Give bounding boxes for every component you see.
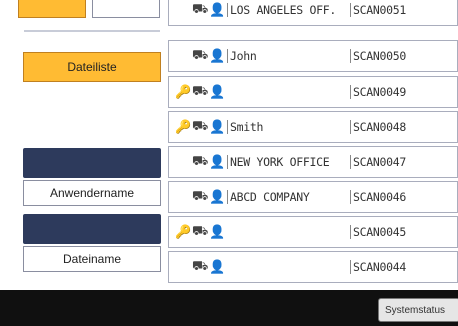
row-icons: ⛟ 👤 xyxy=(169,0,227,25)
user-group-icon: ⛟ xyxy=(192,223,209,239)
row-user-name: Smith xyxy=(227,120,350,134)
user-group-icon: ⛟ xyxy=(192,258,209,274)
row-user-name: LOS ANGELES OFF. xyxy=(227,3,350,17)
row-icons: ⛟ 👤 xyxy=(169,182,227,212)
person-icon: 👤 xyxy=(209,2,225,18)
system-status-button[interactable]: Systemstatus xyxy=(378,298,458,322)
row-file-name: SCAN0051 xyxy=(350,3,406,17)
row-file-name: SCAN0044 xyxy=(350,260,406,274)
person-icon: 👤 xyxy=(209,154,225,170)
list-item[interactable]: ⛟ 👤 LOS ANGELES OFF. SCAN0051 xyxy=(168,0,458,26)
person-icon: 👤 xyxy=(209,259,225,275)
user-group-icon: ⛟ xyxy=(192,153,209,169)
person-icon: 👤 xyxy=(209,119,225,135)
list-item[interactable]: 🔑 ⛟ 👤 Smith SCAN0048 xyxy=(168,111,458,143)
person-icon: 👤 xyxy=(209,224,225,240)
key-icon: 🔑 xyxy=(175,224,192,240)
file-name-display xyxy=(23,214,161,244)
person-icon: 👤 xyxy=(209,189,225,205)
file-name-button[interactable]: Dateiname xyxy=(23,246,161,272)
row-file-name: SCAN0048 xyxy=(350,120,406,134)
row-file-name: SCAN0047 xyxy=(350,155,406,169)
row-user-name: John xyxy=(227,49,350,63)
row-icons: 🔑 ⛟ 👤 xyxy=(169,217,227,247)
row-user-name: ABCD COMPANY xyxy=(227,190,350,204)
user-group-icon: ⛟ xyxy=(192,118,209,134)
user-group-icon: ⛟ xyxy=(192,83,209,99)
person-icon: 👤 xyxy=(209,48,225,64)
row-file-name: SCAN0046 xyxy=(350,190,406,204)
row-file-name: SCAN0049 xyxy=(350,85,406,99)
user-name-button[interactable]: Anwendername xyxy=(23,180,161,206)
user-name-display xyxy=(23,148,161,178)
list-item[interactable]: ⛟ 👤 ABCD COMPANY SCAN0046 xyxy=(168,181,458,213)
key-icon: 🔑 xyxy=(175,84,192,100)
file-list-button[interactable]: Dateiliste xyxy=(23,52,161,82)
row-file-name: SCAN0045 xyxy=(350,225,406,239)
row-icons: ⛟ 👤 xyxy=(169,252,227,282)
left-panel: Dateiliste Anwendername Dateiname xyxy=(0,0,168,290)
top-button[interactable] xyxy=(92,0,160,18)
row-user-name: NEW YORK OFFICE xyxy=(227,155,350,169)
list-item[interactable]: ⛟ 👤 SCAN0044 xyxy=(168,251,458,283)
user-group-icon: ⛟ xyxy=(192,47,209,63)
list-item[interactable]: ⛟ 👤 John SCAN0050 xyxy=(168,40,458,72)
user-group-icon: ⛟ xyxy=(192,188,209,204)
row-icons: ⛟ 👤 xyxy=(169,41,227,71)
row-icons: 🔑 ⛟ 👤 xyxy=(169,77,227,107)
divider xyxy=(24,30,160,32)
key-icon: 🔑 xyxy=(175,119,192,135)
list-item[interactable]: 🔑 ⛟ 👤 SCAN0049 xyxy=(168,76,458,108)
user-group-icon: ⛟ xyxy=(192,1,209,17)
list-item[interactable]: 🔑 ⛟ 👤 SCAN0045 xyxy=(168,216,458,248)
row-icons: 🔑 ⛟ 👤 xyxy=(169,112,227,142)
selected-top-button[interactable] xyxy=(18,0,86,18)
row-icons: ⛟ 👤 xyxy=(169,147,227,177)
row-file-name: SCAN0050 xyxy=(350,49,406,63)
list-item[interactable]: ⛟ 👤 NEW YORK OFFICE SCAN0047 xyxy=(168,146,458,178)
person-icon: 👤 xyxy=(209,84,225,100)
